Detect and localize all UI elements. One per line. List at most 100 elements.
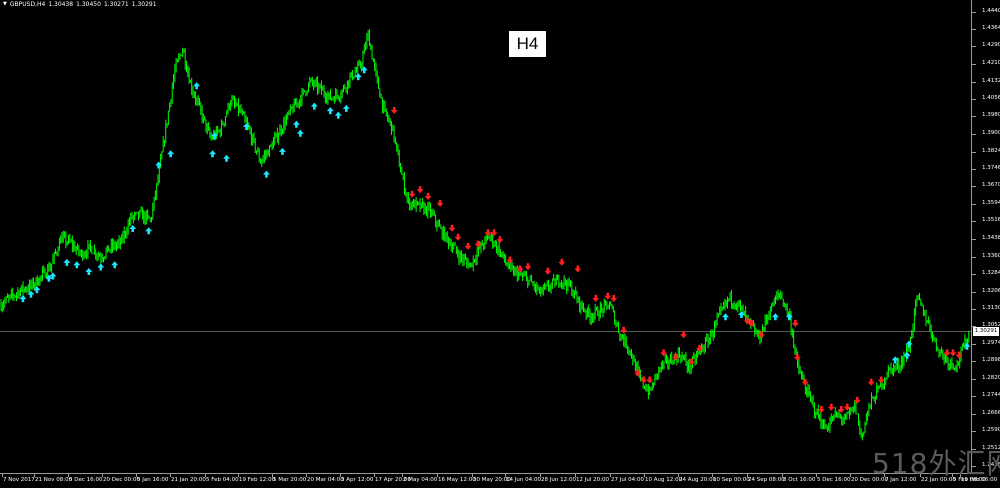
sell-arrow-icon: [592, 294, 600, 302]
sell-arrow-icon: [793, 353, 801, 361]
price-axis-label: 1.36700: [982, 182, 1000, 189]
price-axis-label: 1.39000: [982, 130, 1000, 137]
buy-arrow-icon: [722, 313, 730, 321]
price-tick: [972, 64, 976, 66]
open-value: 1.30438: [48, 1, 74, 8]
price-tick: [972, 134, 976, 136]
buy-arrow-icon: [310, 102, 318, 110]
price-tick: [972, 169, 976, 171]
buy-arrow-icon: [73, 261, 81, 269]
watermark: 518外汇网: [872, 447, 1000, 480]
sell-arrow-icon: [408, 190, 416, 198]
sell-arrow-icon: [949, 349, 957, 357]
sell-arrow-icon: [604, 292, 612, 300]
sell-arrow-icon: [620, 326, 628, 334]
price-axis[interactable]: 1.44400 1.43640 1.42900 1.42100 1.41320 1.405…: [972, 0, 1000, 474]
buy-arrow-icon: [209, 150, 217, 158]
time-axis-label: 8 Oct 16:00: [783, 477, 816, 483]
price-tick: [972, 203, 976, 205]
time-axis-label: 27 Jul 04:00: [611, 477, 644, 483]
price-tick: [972, 45, 976, 47]
time-axis-label: 5 Dec 16:00: [817, 477, 851, 483]
sell-arrow-icon: [877, 376, 885, 384]
price-axis-label: 1.27440: [982, 392, 1000, 399]
time-axis-label: 5 Feb 04:00: [206, 477, 239, 483]
time-axis[interactable]: 7 Nov 2017 21 Nov 08:00 5 Dec 16:00 20 Dec …: [0, 474, 997, 488]
sell-arrow-icon: [524, 263, 532, 271]
sell-arrow-icon: [544, 267, 552, 275]
buy-arrow-icon: [342, 104, 350, 112]
sell-arrow-icon: [817, 405, 825, 413]
timeframe-label: H4: [509, 31, 546, 57]
price-axis-label: 1.41320: [982, 77, 1000, 84]
price-axis-label: 1.28200: [982, 375, 1000, 381]
price-axis-label: 1.32060: [982, 287, 1000, 294]
candle-series: [0, 29, 970, 441]
time-axis-label: 10 Sep 00:00: [713, 477, 750, 483]
sell-arrow-icon: [867, 378, 875, 386]
price-tick: [972, 431, 976, 433]
chart-window[interactable]: ▼ GBPUSD,H4 1.30438 1.30450 1.30271 1.30…: [0, 0, 1000, 488]
buy-arrow-icon: [292, 120, 300, 128]
buy-arrow-icon: [111, 261, 119, 269]
price-axis-label: 1.44400: [982, 8, 1000, 14]
price-axis-label: 1.31300: [982, 304, 1000, 311]
sell-arrow-icon: [610, 294, 618, 302]
price-tick: [972, 116, 976, 118]
price-tick: [972, 273, 976, 275]
time-axis-label: 16 May 12:00: [438, 477, 476, 483]
price-axis-label: 1.25900: [982, 427, 1000, 434]
buy-arrow-icon: [278, 147, 286, 155]
menu-triangle-icon[interactable]: ▼: [3, 1, 7, 8]
price-tick: [972, 413, 976, 415]
price-axis-label: 1.29740: [982, 340, 1000, 347]
price-tick: [972, 186, 976, 188]
sell-arrow-icon: [558, 258, 566, 266]
buy-arrow-icon: [223, 154, 231, 162]
price-series-svg[interactable]: [0, 0, 972, 474]
sell-arrow-icon: [791, 319, 799, 327]
buy-arrow-icon: [129, 224, 137, 232]
price-tick: [972, 344, 976, 346]
price-axis-label: 1.42100: [982, 60, 1000, 67]
price-axis-label: 1.32840: [982, 269, 1000, 276]
price-axis-label: 1.28980: [982, 357, 1000, 364]
sell-arrow-icon: [390, 106, 398, 114]
sell-arrow-icon: [424, 193, 432, 201]
current-price-label: 1.30291: [973, 327, 999, 337]
buy-arrow-icon: [334, 111, 342, 119]
buy-arrow-icon: [97, 263, 105, 271]
price-axis-label: 1.33600: [982, 252, 1000, 259]
time-axis-label: 12 Jul 20:00: [576, 477, 609, 483]
price-axis-label: 1.39800: [982, 112, 1000, 119]
price-tick: [972, 256, 976, 258]
sell-arrow-icon: [574, 265, 582, 273]
sell-arrow-icon: [416, 186, 424, 194]
high-value: 1.30450: [76, 1, 101, 8]
time-axis-label: 3 Apr 12:00: [341, 477, 374, 483]
time-axis-label: 21 Jan 20:00: [171, 477, 206, 483]
sell-arrow-icon: [688, 358, 696, 366]
time-axis-label: 5 Dec 16:00: [69, 477, 103, 483]
price-tick: [972, 291, 976, 293]
price-axis-label: 1.26660: [982, 409, 1000, 416]
buy-arrow-icon: [262, 170, 270, 178]
time-axis-label: 20 Mar 04:00: [307, 477, 344, 483]
price-tick: [972, 396, 976, 398]
price-axis-label: 1.35160: [982, 217, 1000, 224]
time-axis-label: 24 Sep 08:00: [748, 477, 785, 483]
price-tick: [972, 81, 976, 83]
buy-arrow-icon: [85, 267, 93, 275]
price-axis-label: 1.42900: [982, 41, 1000, 48]
price-axis-label: 1.34380: [982, 235, 1000, 241]
sell-arrow-icon: [474, 240, 482, 248]
sell-arrow-icon: [496, 236, 504, 244]
price-tick: [972, 239, 976, 240]
close-value: 1.30291: [131, 1, 157, 8]
sell-arrow-icon: [464, 242, 472, 250]
time-axis-label: 5 Jan 16:00: [137, 477, 169, 483]
price-axis-label: 1.43640: [982, 25, 1000, 32]
price-axis-label: 1.38240: [982, 147, 1000, 154]
time-axis-label: 7 Nov 2017: [3, 477, 35, 483]
price-tick: [972, 308, 976, 310]
